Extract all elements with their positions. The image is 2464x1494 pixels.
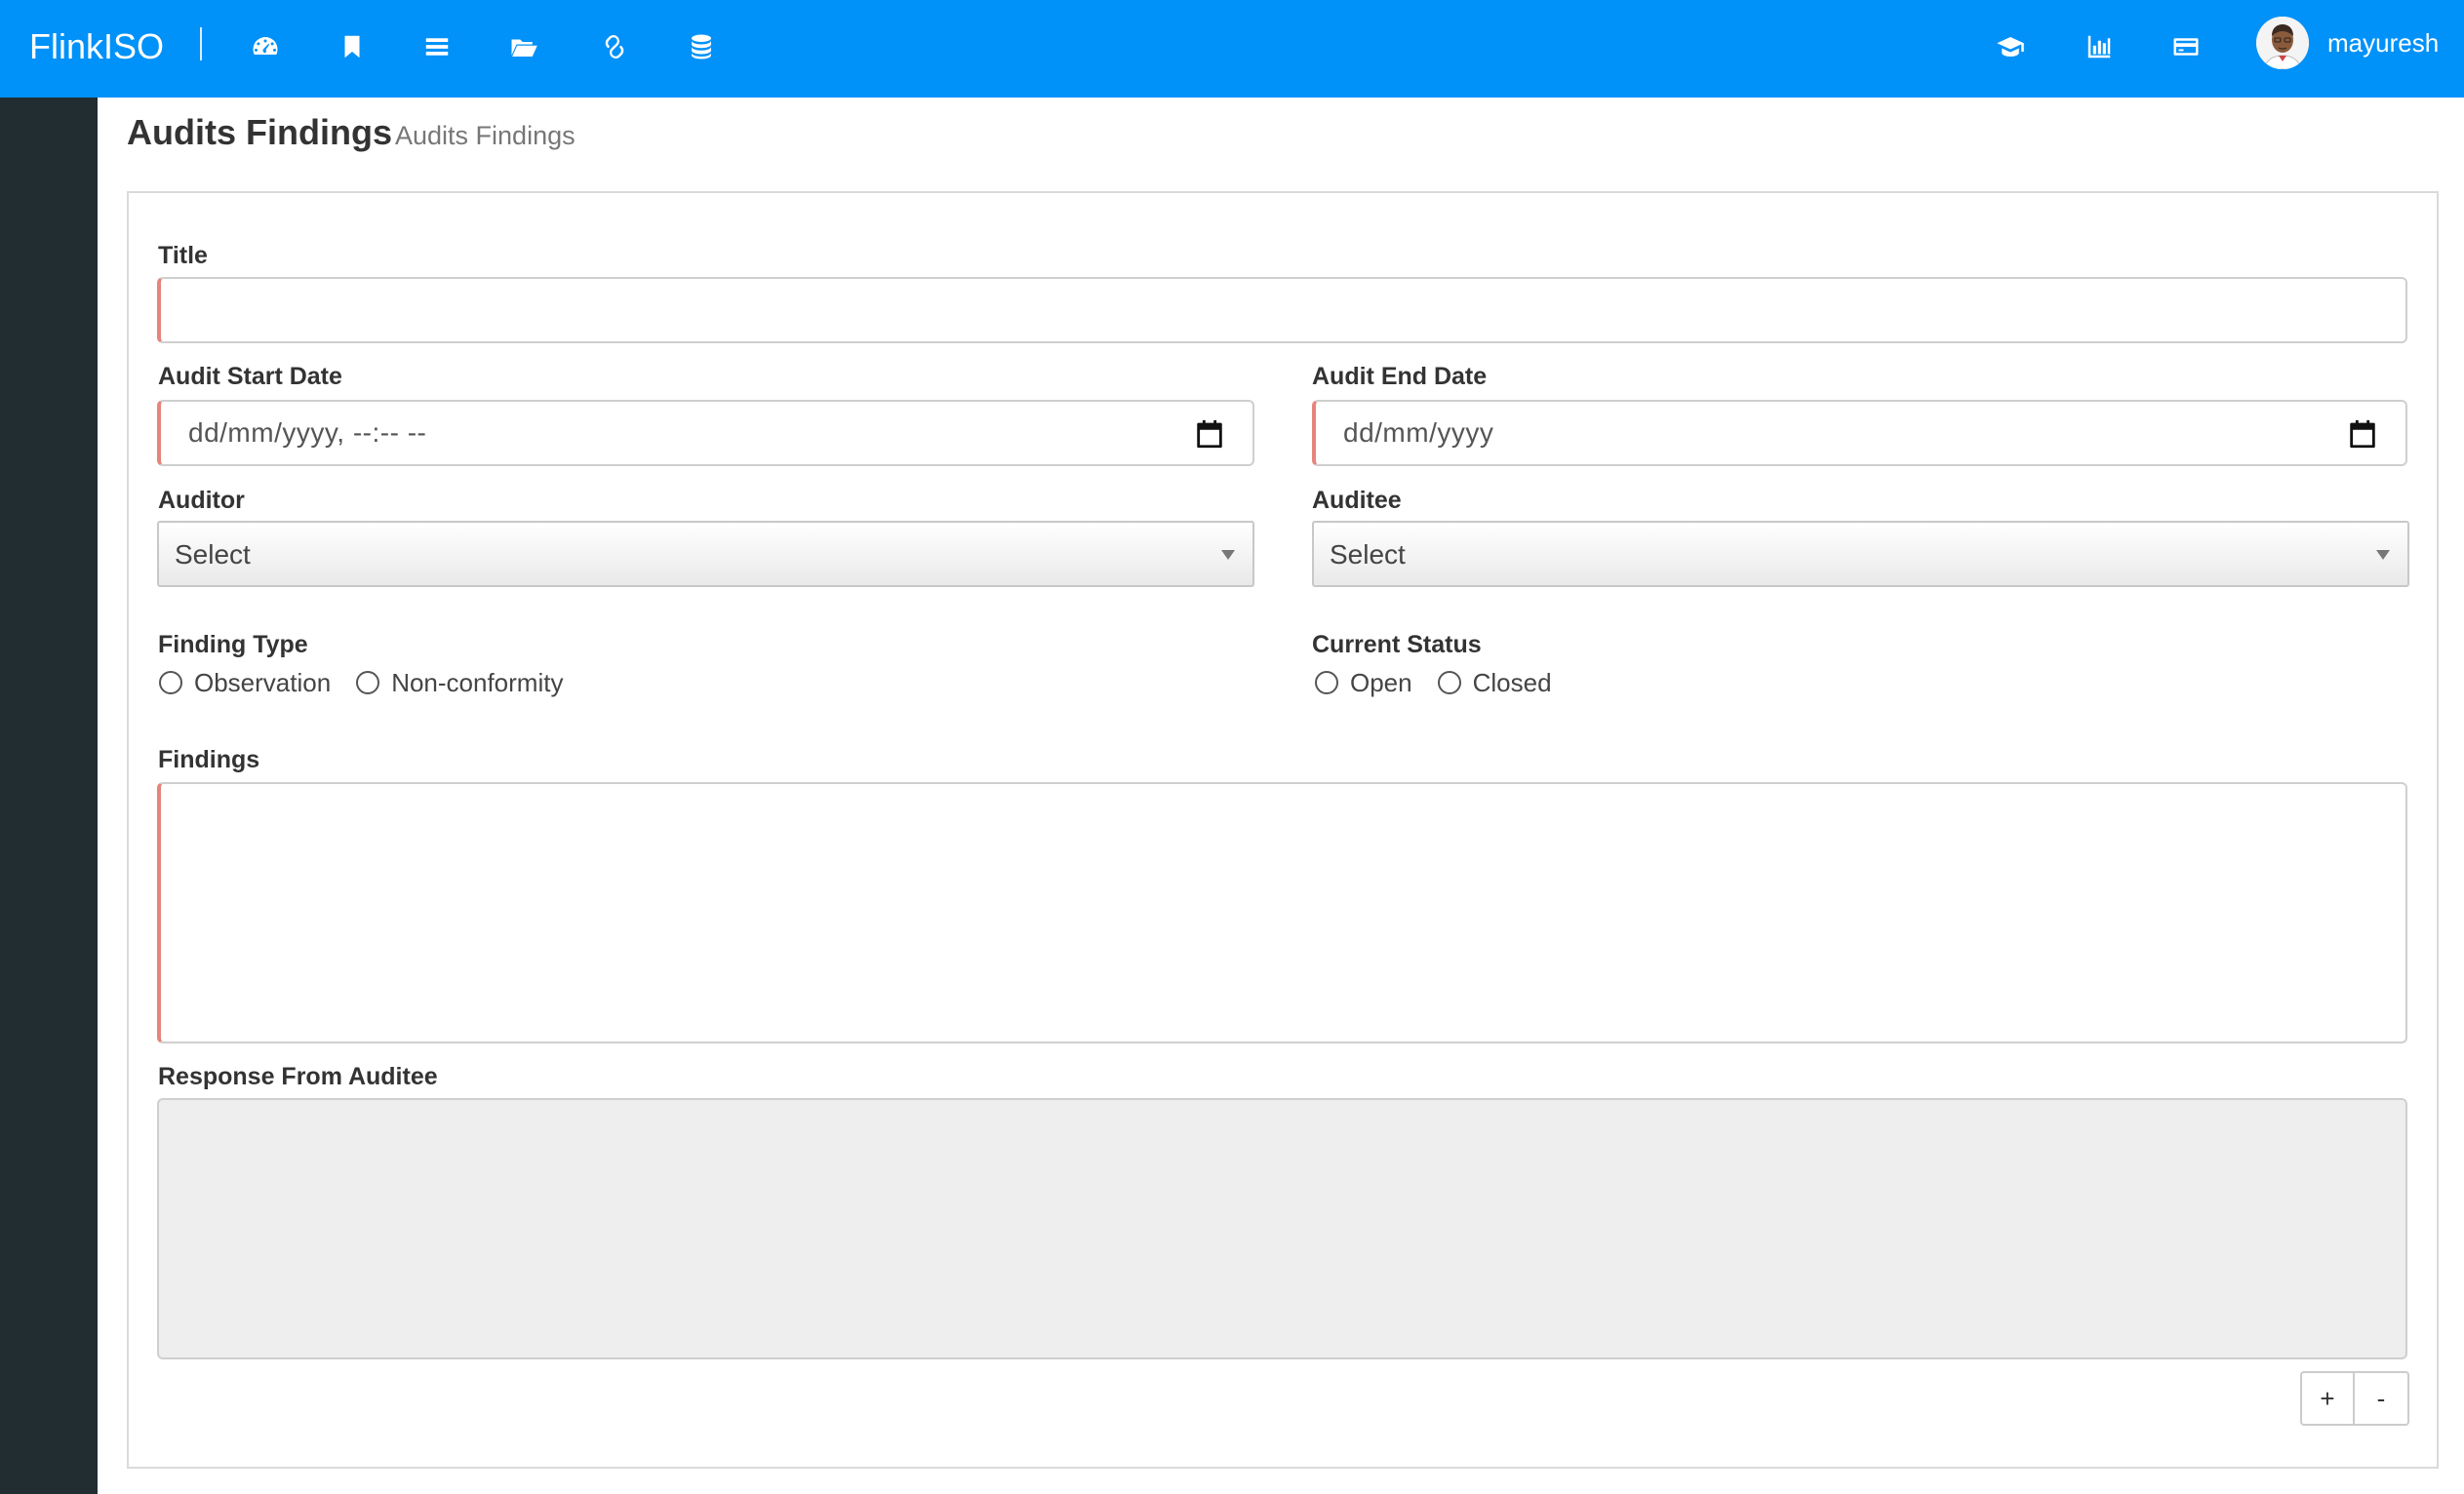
audit-start-date-placeholder: dd/mm/yyyy, --:-- -- bbox=[188, 417, 427, 448]
radio-closed-label[interactable]: Closed bbox=[1473, 667, 1552, 698]
findings-label: Findings bbox=[158, 746, 260, 773]
radio-closed[interactable] bbox=[1437, 671, 1461, 694]
title-input[interactable] bbox=[157, 277, 2407, 343]
bookmark-icon[interactable] bbox=[333, 27, 372, 66]
current-status-label: Current Status bbox=[1312, 631, 1482, 658]
current-status-radio-group: Open Closed bbox=[1315, 667, 1577, 698]
brand-divider bbox=[200, 27, 202, 60]
radio-observation[interactable] bbox=[159, 671, 182, 694]
findings-textarea[interactable] bbox=[157, 782, 2407, 1043]
dashboard-icon[interactable] bbox=[246, 27, 285, 66]
page-title: Audits Findings bbox=[127, 112, 392, 152]
finding-type-radio-group: Observation Non-conformity bbox=[159, 667, 588, 698]
link-icon[interactable] bbox=[595, 27, 634, 66]
audit-end-date-placeholder: dd/mm/yyyy bbox=[1343, 417, 1494, 448]
title-label: Title bbox=[158, 242, 208, 269]
auditor-label: Auditor bbox=[158, 487, 245, 514]
user-name[interactable]: mayuresh bbox=[2327, 26, 2439, 59]
radio-non-conformity[interactable] bbox=[356, 671, 380, 694]
finding-type-label: Finding Type bbox=[158, 631, 308, 658]
audit-start-date-input[interactable]: dd/mm/yyyy, --:-- -- bbox=[157, 400, 1254, 466]
auditor-select[interactable]: Select bbox=[157, 521, 1254, 587]
chevron-down-icon bbox=[1221, 550, 1235, 560]
list-icon[interactable] bbox=[417, 27, 457, 66]
radio-open-label[interactable]: Open bbox=[1350, 667, 1412, 698]
auditee-select[interactable]: Select bbox=[1312, 521, 2409, 587]
folder-open-icon[interactable] bbox=[504, 27, 543, 66]
radio-non-conformity-label[interactable]: Non-conformity bbox=[391, 667, 563, 698]
auditee-selected-value: Select bbox=[1330, 539, 1406, 570]
response-label: Response From Auditee bbox=[158, 1063, 438, 1090]
auditee-label: Auditee bbox=[1312, 487, 1402, 514]
bar-chart-icon[interactable] bbox=[2080, 27, 2119, 66]
brand-logo[interactable]: FlinkISO bbox=[29, 24, 164, 69]
database-icon[interactable] bbox=[682, 27, 721, 66]
remove-button[interactable]: - bbox=[2355, 1371, 2409, 1426]
page-subtitle: Audits Findings bbox=[395, 121, 576, 150]
audit-start-date-label: Audit Start Date bbox=[158, 363, 342, 390]
response-textarea[interactable] bbox=[157, 1098, 2407, 1359]
radio-open[interactable] bbox=[1315, 671, 1338, 694]
credit-card-icon[interactable] bbox=[2166, 27, 2206, 66]
chevron-down-icon bbox=[2376, 550, 2390, 560]
calendar-icon[interactable] bbox=[1193, 417, 1226, 451]
add-remove-button-group: + - bbox=[2300, 1371, 2409, 1426]
top-navbar: FlinkISO mayuresh bbox=[0, 0, 2464, 98]
radio-observation-label[interactable]: Observation bbox=[194, 667, 331, 698]
avatar[interactable] bbox=[2256, 17, 2309, 69]
add-button[interactable]: + bbox=[2300, 1371, 2355, 1426]
audit-end-date-input[interactable]: dd/mm/yyyy bbox=[1312, 400, 2407, 466]
calendar-icon[interactable] bbox=[2346, 417, 2379, 451]
graduation-cap-icon[interactable] bbox=[1991, 27, 2030, 66]
audit-end-date-label: Audit End Date bbox=[1312, 363, 1488, 390]
sidebar bbox=[0, 98, 98, 1494]
auditor-selected-value: Select bbox=[175, 539, 251, 570]
